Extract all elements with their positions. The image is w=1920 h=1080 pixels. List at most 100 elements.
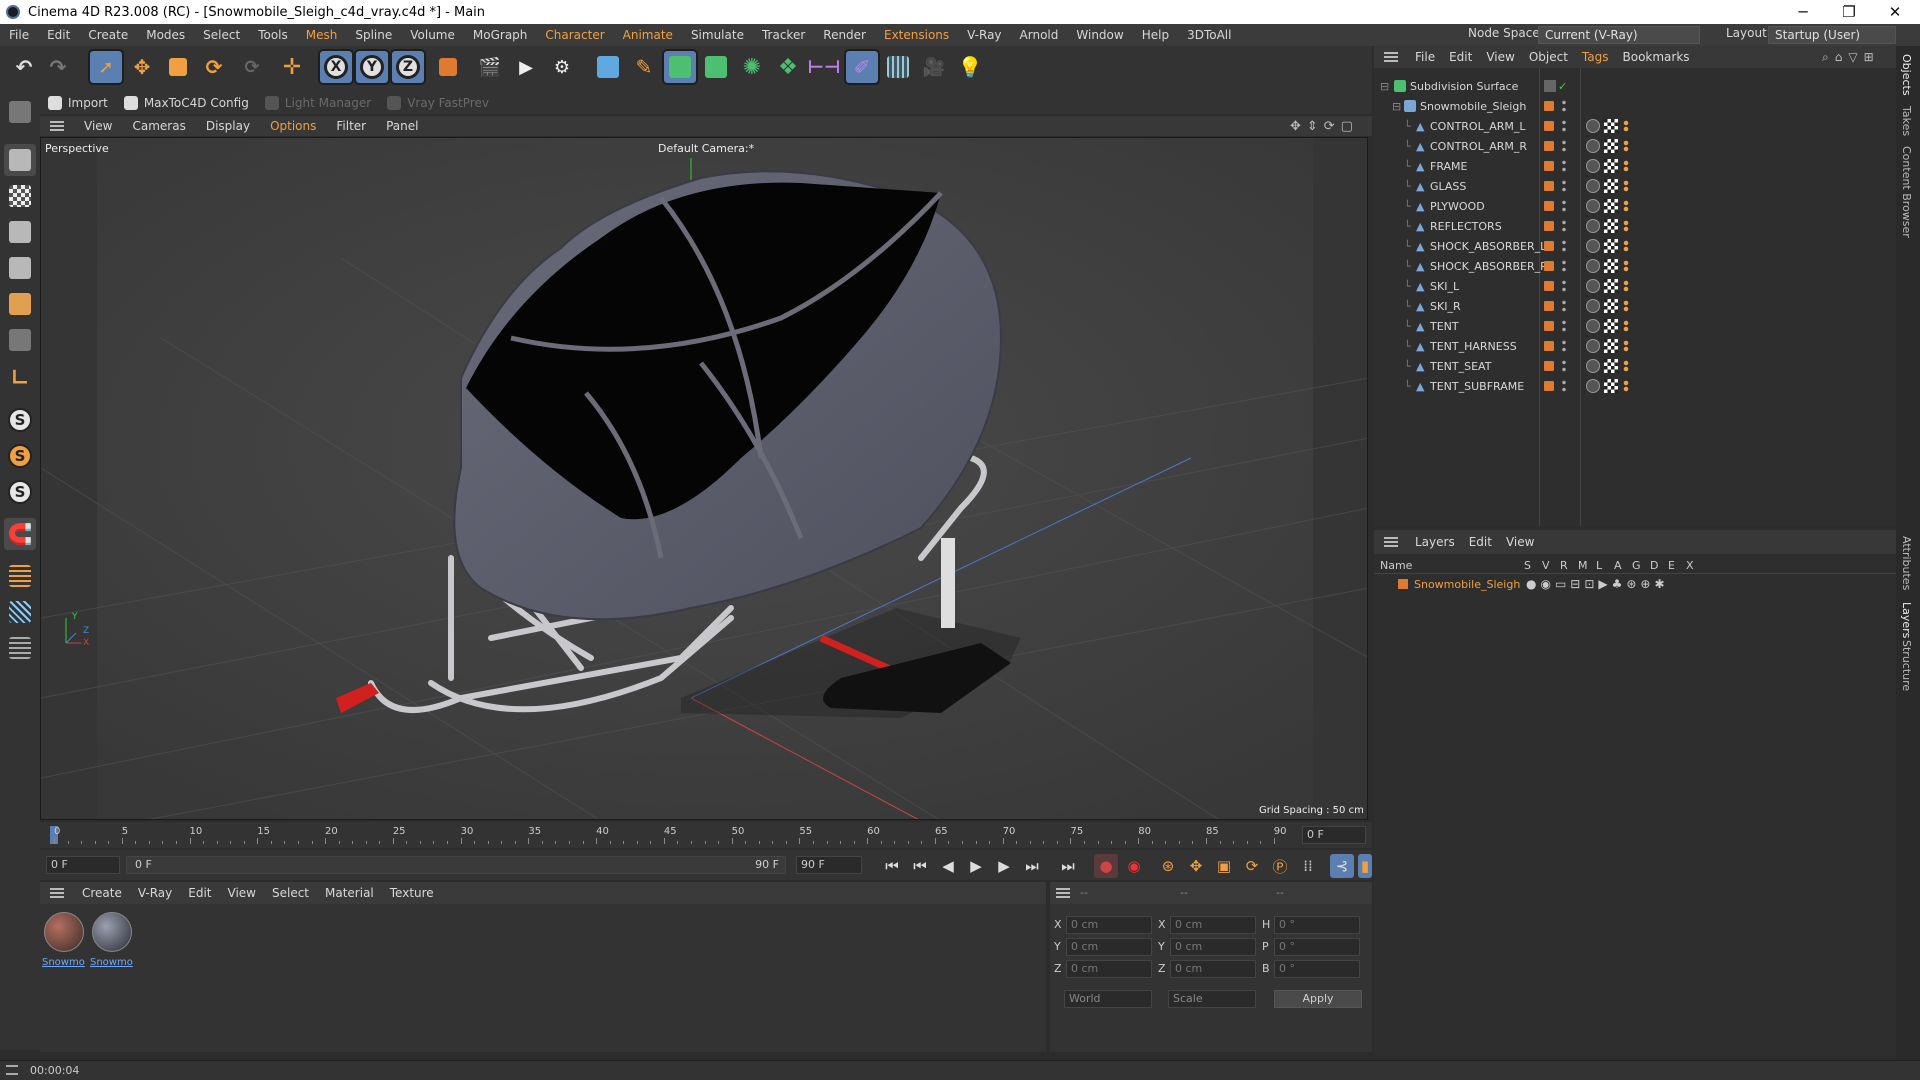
axis-mode-button[interactable]: ∟ [4, 362, 36, 394]
layer-color-tag[interactable] [1544, 381, 1554, 391]
tweak-button[interactable]: 🧲 [4, 518, 36, 550]
cloner-button[interactable]: ✺ [736, 51, 768, 83]
menu-vray[interactable]: V-Ray [958, 28, 1010, 42]
visibility-dots-icon[interactable] [1562, 159, 1566, 173]
object-row[interactable]: └ ▲ CONTROL_ARM_R [1374, 136, 1896, 156]
viewport-menu-options[interactable]: Options [260, 119, 326, 133]
mat-menu-view[interactable]: View [220, 886, 264, 900]
autokey-button[interactable]: ◉ [1122, 854, 1146, 878]
object-row[interactable]: └ ▲ FRAME [1374, 156, 1896, 176]
object-row[interactable]: └ ▲ TENT [1374, 316, 1896, 336]
viewport-menu-display[interactable]: Display [196, 119, 260, 133]
vray-tag-icon[interactable] [1622, 180, 1630, 192]
viewport-nav-icons[interactable]: ✥⇕⟳▢ [1290, 119, 1359, 134]
object-row[interactable]: └ ▲ GLASS [1374, 176, 1896, 196]
obj-menu-bookmarks[interactable]: Bookmarks [1616, 50, 1697, 64]
layer-color-tag[interactable] [1544, 281, 1554, 291]
next-key-button[interactable]: ⏭ [1020, 854, 1044, 878]
viewport-menu-view[interactable]: View [74, 119, 122, 133]
material-tag-icon[interactable] [1586, 199, 1600, 213]
render-view-button[interactable]: 🎬 [474, 51, 506, 83]
menu-3dtoall[interactable]: 3DToAll [1178, 28, 1240, 42]
go-to-end-button[interactable]: ⏭ [1056, 854, 1080, 878]
timeline-layout-button[interactable]: ▮ [1358, 854, 1372, 878]
menu-help[interactable]: Help [1133, 28, 1178, 42]
vray-tag-icon[interactable] [1622, 380, 1630, 392]
visibility-dots-icon[interactable] [1562, 139, 1566, 153]
obj-menu-object[interactable]: Object [1522, 50, 1575, 64]
timeline-ruler[interactable]: 0 5 10 15 20 25 30 35 40 45 50 55 60 65 70 75 80 85 90 0 F [40, 822, 1372, 848]
field-button[interactable]: ✐ [844, 49, 880, 85]
menu-mograph[interactable]: MoGraph [464, 28, 537, 42]
menu-character[interactable]: Character [536, 28, 613, 42]
material-tag-icon[interactable] [1586, 339, 1600, 353]
polygons-mode-button[interactable] [4, 288, 36, 320]
vray-tag-icon[interactable] [1622, 220, 1630, 232]
menu-create[interactable]: Create [79, 28, 137, 42]
close-button[interactable]: ✕ [1872, 0, 1918, 24]
minimize-button[interactable]: ─ [1780, 0, 1826, 24]
material-tag-icon[interactable] [1586, 179, 1600, 193]
layer-color-tag[interactable] [1544, 261, 1554, 271]
layer-color-tag[interactable] [1544, 301, 1554, 311]
viewport-menu-cameras[interactable]: Cameras [122, 119, 195, 133]
coord-value-field[interactable]: 0 cm [1066, 960, 1152, 978]
tab-layers[interactable]: Layers [1900, 602, 1913, 638]
obj-menu-view[interactable]: View [1479, 50, 1521, 64]
import-button[interactable]: Import [40, 96, 116, 110]
object-row[interactable]: └ ▲ SKI_R [1374, 296, 1896, 316]
scale-tool-button[interactable] [162, 51, 194, 83]
tab-takes[interactable]: Takes [1900, 106, 1913, 136]
live-selection-button[interactable]: ➚ [88, 49, 124, 85]
material-tag-icon[interactable] [1586, 359, 1600, 373]
light-manager-button[interactable]: Light Manager [257, 96, 379, 110]
coordinate-menu-icon[interactable] [1056, 888, 1070, 898]
object-row[interactable]: └ ▲ SHOCK_ABSORBER_L [1374, 236, 1896, 256]
viewport-menu-icon[interactable] [50, 121, 64, 131]
vray-tag-icon[interactable] [1622, 240, 1630, 252]
material-tag-icon[interactable] [1586, 139, 1600, 153]
editor-visibility-icon[interactable] [1544, 80, 1556, 92]
go-to-start-button[interactable]: ⏮ [880, 854, 904, 878]
layer-color-tag[interactable] [1544, 181, 1554, 191]
material-tag-icon[interactable] [1586, 219, 1600, 233]
render-settings-button[interactable]: ⚙ [546, 51, 578, 83]
mode-select[interactable]: Scale [1168, 990, 1256, 1008]
coord-value-field[interactable]: 0 cm [1170, 916, 1256, 934]
start-frame-field[interactable]: 0 F [46, 856, 120, 874]
move-tool-button[interactable]: ✥ [126, 51, 158, 83]
layer-menu-view[interactable]: View [1499, 535, 1541, 549]
pen-spline-button[interactable]: ✎ [628, 51, 660, 83]
undo-button[interactable]: ↶ [8, 51, 40, 83]
vray-tag-icon[interactable] [1622, 160, 1630, 172]
current-frame-field[interactable]: 0 F [1302, 826, 1366, 844]
restore-button[interactable]: ❐ [1826, 0, 1872, 24]
visibility-dots-icon[interactable] [1562, 339, 1566, 353]
obj-menu-edit[interactable]: Edit [1442, 50, 1479, 64]
vray-tag-icon[interactable] [1622, 280, 1630, 292]
tab-attributes[interactable]: Attributes [1900, 536, 1913, 590]
object-row[interactable]: └ ▲ PLYWOOD [1374, 196, 1896, 216]
object-row[interactable]: └ ▲ CONTROL_ARM_L [1374, 116, 1896, 136]
visibility-dots-icon[interactable] [1562, 299, 1566, 313]
object-row[interactable]: └ ▲ SHOCK_ABSORBER_R [1374, 256, 1896, 276]
maxtoc4d-config-button[interactable]: MaxToC4D Config [116, 96, 257, 110]
x-axis-lock-button[interactable]: X [318, 49, 354, 85]
edges-mode-button[interactable] [4, 252, 36, 284]
vray-tag-icon[interactable] [1622, 200, 1630, 212]
material-tag-icon[interactable] [1586, 259, 1600, 273]
grid-button[interactable] [4, 596, 36, 628]
material-tag-icon[interactable] [1586, 239, 1600, 253]
apply-button[interactable]: Apply [1274, 990, 1362, 1008]
locked-workplane-button[interactable] [4, 632, 36, 664]
coord-value-field[interactable]: 0 ° [1274, 938, 1360, 956]
menu-tools[interactable]: Tools [249, 28, 297, 42]
layer-column-name[interactable]: Name [1380, 559, 1412, 572]
motion-system-button[interactable]: ⊰ [1330, 854, 1354, 878]
viewport-menu-filter[interactable]: Filter [326, 119, 376, 133]
menu-extensions[interactable]: Extensions [875, 28, 958, 42]
mat-menu-create[interactable]: Create [74, 886, 130, 900]
uvw-tag-icon[interactable] [1604, 179, 1618, 193]
material-tag-icon[interactable] [1586, 299, 1600, 313]
material-tag-icon[interactable] [1586, 159, 1600, 173]
